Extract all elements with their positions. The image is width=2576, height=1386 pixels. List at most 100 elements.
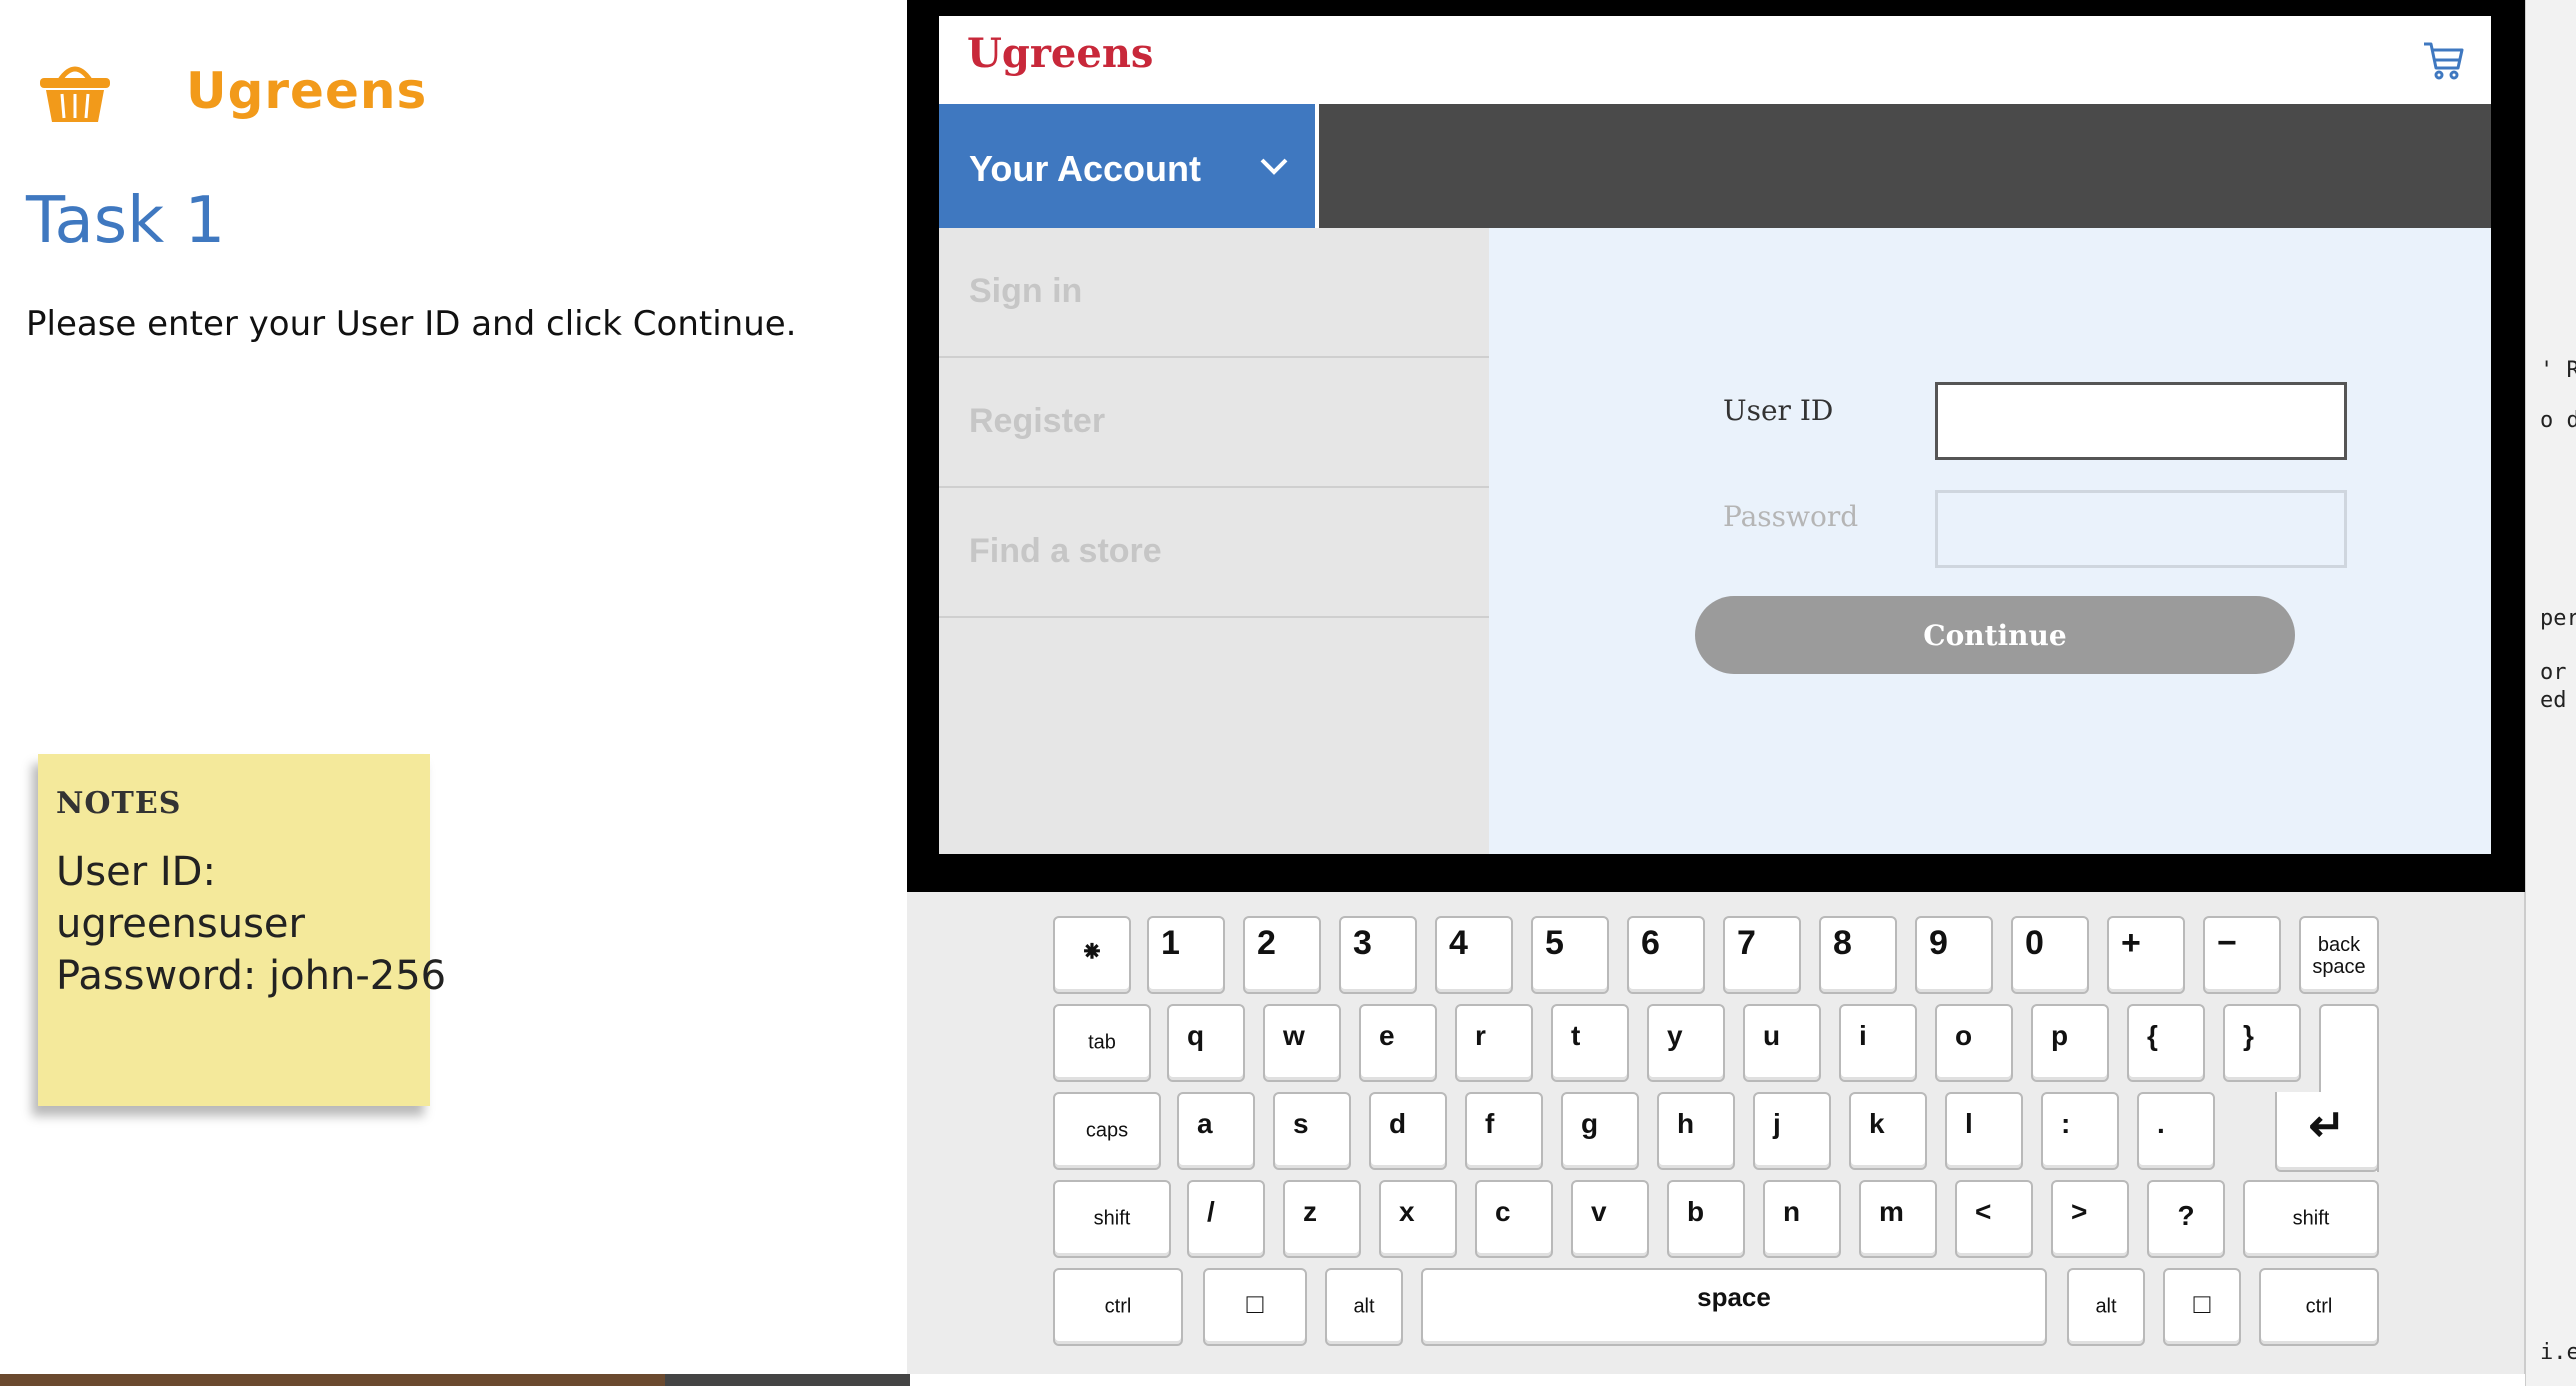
key-caps[interactable]: caps — [1053, 1092, 1161, 1170]
key-7[interactable]: 7 — [1723, 916, 1801, 994]
password-input[interactable] — [1935, 490, 2347, 568]
site-logo[interactable]: Ugreens — [967, 30, 1153, 77]
key-c[interactable]: c — [1475, 1180, 1553, 1258]
key-y[interactable]: y — [1647, 1004, 1725, 1082]
key-g[interactable]: g — [1561, 1092, 1639, 1170]
key-s[interactable]: s — [1273, 1092, 1351, 1170]
key-d[interactable]: d — [1369, 1092, 1447, 1170]
key-label: k — [1869, 1108, 1885, 1139]
background-text-fragment: i.ec — [2540, 1340, 2576, 1365]
key-label: v — [1591, 1196, 1607, 1227]
key-label: shift — [1093, 1207, 1131, 1230]
key-question[interactable]: ? — [2147, 1180, 2225, 1258]
key-greater-than[interactable]: > — [2051, 1180, 2129, 1258]
menu-item-sign-in[interactable]: Sign in — [939, 228, 1489, 358]
key-backspace[interactable]: back space — [2299, 916, 2379, 994]
password-label: Password — [1723, 500, 1859, 533]
key-1[interactable]: 1 — [1147, 916, 1225, 994]
key-label: 8 — [1833, 924, 1852, 962]
key-n[interactable]: n — [1763, 1180, 1841, 1258]
key-4[interactable]: 4 — [1435, 916, 1513, 994]
key-close-brace[interactable]: } — [2223, 1004, 2301, 1082]
key-open-brace[interactable]: { — [2127, 1004, 2205, 1082]
menu-item-register[interactable]: Register — [939, 358, 1489, 488]
key-x[interactable]: x — [1379, 1180, 1457, 1258]
key-less-than[interactable]: < — [1955, 1180, 2033, 1258]
your-account-menu[interactable]: Your Account — [939, 104, 1319, 228]
cart-icon[interactable] — [2421, 38, 2465, 82]
key-ctrl-left[interactable]: ctrl — [1053, 1268, 1183, 1346]
continue-button[interactable]: Continue — [1695, 596, 2295, 674]
key-label: n — [1783, 1196, 1801, 1227]
background-text-fragment: or — [2540, 660, 2567, 685]
key-label: s — [1293, 1108, 1309, 1139]
key-label: 5 — [1545, 924, 1564, 962]
key-shift-left[interactable]: shift — [1053, 1180, 1171, 1258]
key-plus[interactable]: + — [2107, 916, 2185, 994]
key-label: / — [1207, 1196, 1215, 1227]
key-label: < — [1975, 1196, 1992, 1227]
user-id-input[interactable] — [1935, 382, 2347, 460]
task-title: Task 1 — [26, 184, 226, 258]
background-text-fragment: o d — [2540, 408, 2576, 433]
key-shift-right[interactable]: shift — [2243, 1180, 2379, 1258]
key-5[interactable]: 5 — [1531, 916, 1609, 994]
key-k[interactable]: k — [1849, 1092, 1927, 1170]
key-label: b — [1687, 1196, 1705, 1227]
key-ctrl-right[interactable]: ctrl — [2259, 1268, 2379, 1346]
key-w[interactable]: w — [1263, 1004, 1341, 1082]
key-label: 0 — [2025, 924, 2044, 962]
key-f[interactable]: f — [1465, 1092, 1543, 1170]
key-l[interactable]: l — [1945, 1092, 2023, 1170]
key-j[interactable]: j — [1753, 1092, 1831, 1170]
key-period[interactable]: . — [2137, 1092, 2215, 1170]
key-tab[interactable]: tab — [1053, 1004, 1151, 1082]
menu-item-label: Register — [969, 402, 1106, 440]
key-space[interactable]: space — [1421, 1268, 2047, 1346]
key-label: shift — [2292, 1207, 2330, 1230]
key-p[interactable]: p — [2031, 1004, 2109, 1082]
key-label: ↵ — [2308, 1101, 2346, 1151]
key-z[interactable]: z — [1283, 1180, 1361, 1258]
menu-item-label: Find a store — [969, 532, 1162, 570]
key-label: □ — [1246, 1287, 1264, 1319]
key-r[interactable]: r — [1455, 1004, 1533, 1082]
key-2[interactable]: 2 — [1243, 916, 1321, 994]
menu-item-find-a-store[interactable]: Find a store — [939, 488, 1489, 618]
key-slash[interactable]: / — [1187, 1180, 1265, 1258]
key-enter[interactable]: ↵ — [2275, 1092, 2379, 1172]
key-8[interactable]: 8 — [1819, 916, 1897, 994]
key-minus[interactable]: − — [2203, 916, 2281, 994]
key-asterisk[interactable]: ⁕ — [1053, 916, 1131, 994]
key-label: f — [1485, 1108, 1495, 1139]
key-alt-left[interactable]: alt — [1325, 1268, 1403, 1346]
key-v[interactable]: v — [1571, 1180, 1649, 1258]
key-6[interactable]: 6 — [1627, 916, 1705, 994]
key-m[interactable]: m — [1859, 1180, 1937, 1258]
key-o[interactable]: o — [1935, 1004, 2013, 1082]
key-u[interactable]: u — [1743, 1004, 1821, 1082]
key-t[interactable]: t — [1551, 1004, 1629, 1082]
account-side-menu: Sign in Register Find a store — [939, 228, 1489, 854]
on-screen-keyboard: ⁕ 1 2 3 4 5 6 7 8 9 0 + − back space tab… — [907, 892, 2525, 1374]
key-label: ⁕ — [1080, 936, 1104, 968]
key-9[interactable]: 9 — [1915, 916, 1993, 994]
tablet-frame: Ugreens Your Account Sign in Register Fi… — [907, 0, 2525, 892]
key-3[interactable]: 3 — [1339, 916, 1417, 994]
key-q[interactable]: q — [1167, 1004, 1245, 1082]
key-e[interactable]: e — [1359, 1004, 1437, 1082]
key-label: space — [1697, 1282, 1771, 1313]
key-label: { — [2147, 1020, 2158, 1051]
key-label: a — [1197, 1108, 1213, 1139]
key-system-left[interactable]: □ — [1203, 1268, 1307, 1346]
key-label: 2 — [1257, 924, 1276, 962]
key-a[interactable]: a — [1177, 1092, 1255, 1170]
key-i[interactable]: i — [1839, 1004, 1917, 1082]
key-colon[interactable]: : — [2041, 1092, 2119, 1170]
key-alt-right[interactable]: alt — [2067, 1268, 2145, 1346]
key-system-right[interactable]: □ — [2163, 1268, 2241, 1346]
key-h[interactable]: h — [1657, 1092, 1735, 1170]
key-b[interactable]: b — [1667, 1180, 1745, 1258]
key-label: caps — [1085, 1119, 1129, 1142]
key-0[interactable]: 0 — [2011, 916, 2089, 994]
